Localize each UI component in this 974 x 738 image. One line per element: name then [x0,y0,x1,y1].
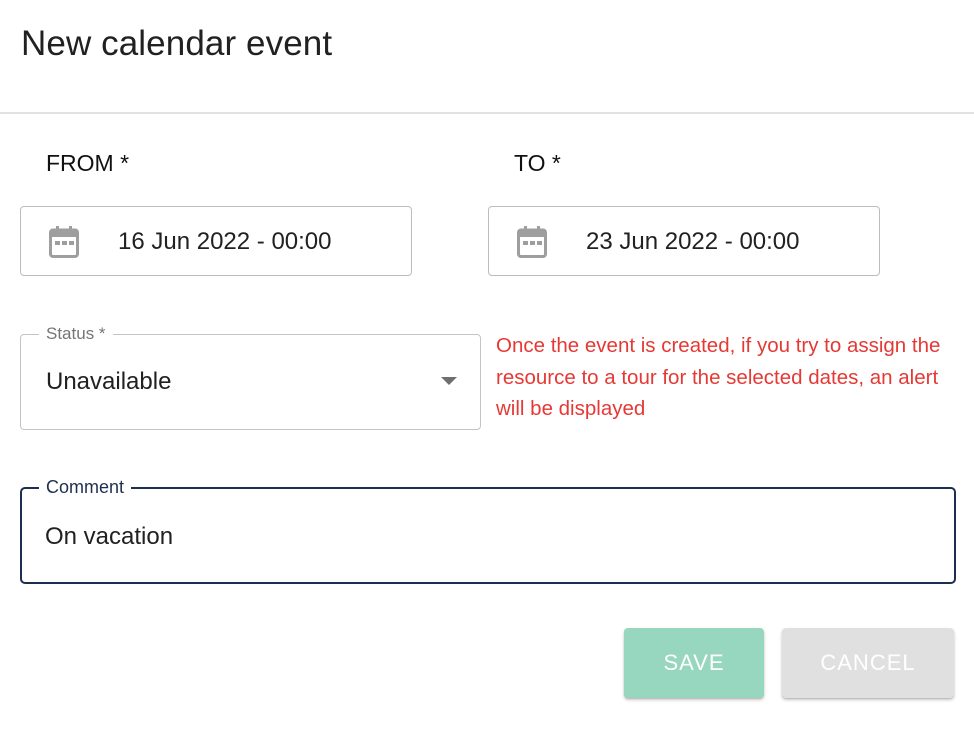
from-date-picker[interactable]: 16 Jun 2022 - 00:00 [20,206,412,276]
from-date-value: 16 Jun 2022 - 00:00 [118,228,332,255]
save-button[interactable]: SAVE [624,628,764,698]
status-select[interactable]: Status * Unavailable [20,324,481,430]
comment-label: Comment [39,476,132,498]
status-warning-message: Once the event is created, if you try to… [496,334,941,420]
to-date-picker[interactable]: 23 Jun 2022 - 00:00 [488,206,880,276]
to-label: TO * [514,150,561,176]
status-value: Unavailable [46,368,172,395]
new-calendar-event-dialog: New calendar event FROM * TO * 16 Jun 20… [0,0,974,738]
comment-value[interactable]: On vacation [45,523,173,551]
to-date-value: 23 Jun 2022 - 00:00 [586,228,800,255]
calendar-icon [517,226,547,258]
chevron-down-icon[interactable] [441,377,457,385]
status-label: Status * [39,324,113,344]
from-label: FROM * [46,150,130,176]
dialog-title: New calendar event [21,24,333,63]
comment-field[interactable]: Comment On vacation [20,476,956,584]
header-divider [0,112,974,114]
calendar-icon [49,226,79,258]
cancel-button[interactable]: CANCEL [782,628,954,698]
